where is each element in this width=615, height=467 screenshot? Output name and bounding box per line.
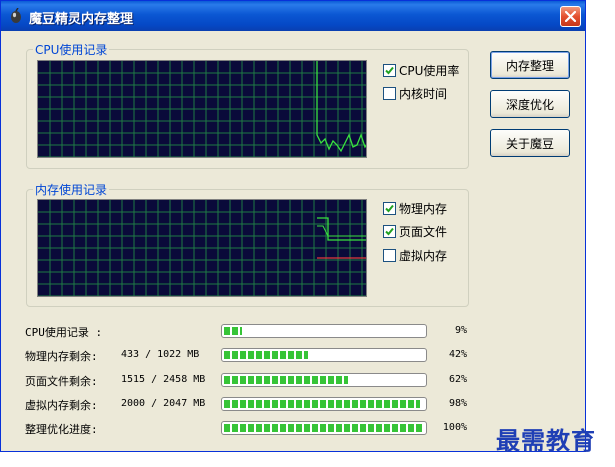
stat-amount: 1515 / 2458 MB bbox=[121, 374, 206, 385]
stat-percent: 9% bbox=[454, 325, 467, 336]
physical-memory-checkbox[interactable]: 物理内存 bbox=[383, 200, 447, 216]
virtual-memory-checkbox[interactable]: 虚拟内存 bbox=[383, 247, 447, 263]
app-window: 魔豆精灵内存整理 CPU使用记录 CPU使用率 内核时间 内存使用记录 物理内存… bbox=[0, 0, 586, 452]
cpu-group-legend: CPU使用记录 bbox=[35, 43, 108, 57]
close-button[interactable] bbox=[560, 6, 581, 27]
page-file-line bbox=[317, 225, 366, 237]
virtual-progress-bar bbox=[221, 397, 427, 411]
checkbox-label: 虚拟内存 bbox=[399, 248, 448, 263]
progress-fill bbox=[224, 351, 308, 359]
stat-amount: 2000 / 2047 MB bbox=[121, 398, 206, 409]
stat-percent: 62% bbox=[448, 374, 467, 385]
deep-optimize-button[interactable]: 深度优化 bbox=[490, 90, 570, 118]
stat-label: 页面文件剩余: bbox=[25, 375, 98, 388]
kernel-time-checkbox[interactable]: 内核时间 bbox=[383, 85, 447, 101]
cpu-usage-checkbox[interactable]: CPU使用率 bbox=[383, 62, 459, 78]
about-button[interactable]: 关于魔豆 bbox=[490, 129, 570, 157]
stat-label: 虚拟内存剩余: bbox=[25, 399, 98, 412]
physical-progress-bar bbox=[221, 348, 427, 362]
stat-label: CPU使用记录 : bbox=[25, 326, 103, 339]
page-file-checkbox[interactable]: 页面文件 bbox=[383, 223, 447, 239]
title-bar[interactable]: 魔豆精灵内存整理 bbox=[1, 1, 585, 31]
checkbox-box[interactable] bbox=[383, 201, 396, 215]
stat-label: 物理内存剩余: bbox=[25, 350, 98, 363]
cpu-usage-line bbox=[316, 61, 366, 153]
close-icon bbox=[565, 11, 576, 22]
check-mark-icon bbox=[385, 204, 394, 212]
optimize-memory-button[interactable]: 内存整理 bbox=[490, 51, 570, 79]
stat-amount: 433 / 1022 MB bbox=[121, 349, 200, 360]
progress-fill bbox=[224, 424, 424, 432]
memory-usage-graph bbox=[37, 199, 367, 297]
stat-percent: 98% bbox=[448, 398, 467, 409]
cpu-progress-bar bbox=[221, 324, 427, 338]
checkbox-label: 内核时间 bbox=[399, 86, 448, 101]
memory-group-legend: 内存使用记录 bbox=[35, 183, 108, 197]
stat-percent: 100% bbox=[442, 422, 467, 433]
checkbox-label: CPU使用率 bbox=[399, 63, 460, 78]
bean-app-icon bbox=[11, 8, 21, 23]
pagefile-progress-bar bbox=[221, 373, 427, 387]
checkbox-box[interactable] bbox=[383, 63, 396, 77]
progress-fill bbox=[224, 376, 348, 384]
checkbox-box[interactable] bbox=[383, 224, 396, 238]
stat-label: 整理优化进度: bbox=[25, 423, 98, 436]
checkbox-box[interactable] bbox=[383, 248, 396, 262]
checkbox-label: 物理内存 bbox=[399, 201, 448, 216]
checkbox-label: 页面文件 bbox=[399, 224, 448, 239]
check-mark-icon bbox=[385, 227, 394, 235]
stat-percent: 42% bbox=[448, 349, 467, 360]
cpu-usage-graph bbox=[37, 60, 367, 158]
window-title: 魔豆精灵内存整理 bbox=[29, 12, 134, 27]
optimize-progress-bar bbox=[221, 421, 427, 435]
watermark-text: 最需教育 bbox=[496, 426, 596, 455]
check-mark-icon bbox=[385, 66, 394, 74]
progress-fill bbox=[224, 327, 242, 335]
progress-fill bbox=[224, 400, 420, 408]
checkbox-box[interactable] bbox=[383, 86, 396, 100]
